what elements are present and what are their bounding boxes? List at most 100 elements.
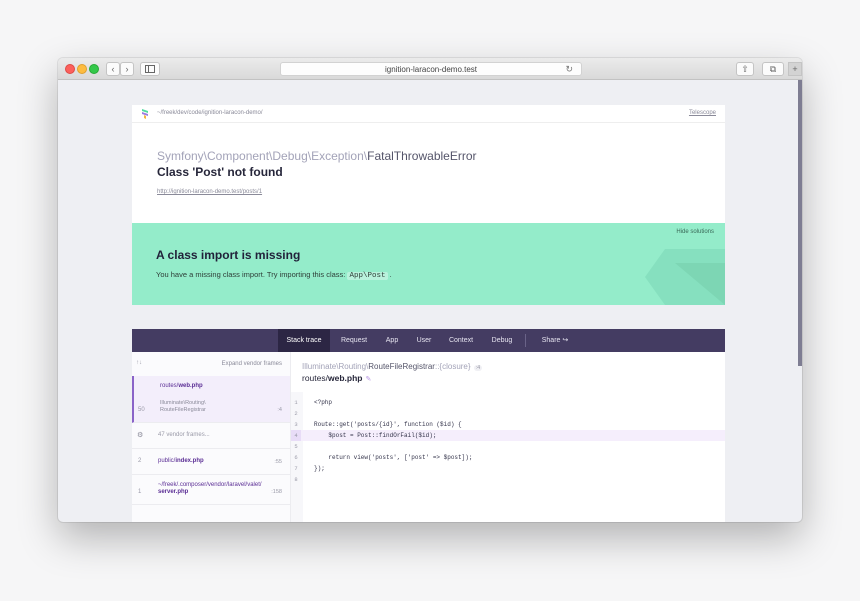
close-window-button[interactable] bbox=[65, 64, 75, 74]
frame-method-class: RouteFileRegistrar bbox=[368, 362, 435, 371]
frame-file: public/index.php bbox=[158, 458, 204, 464]
app-path-bar: ~/freek/dev/code/ignition-laracon-demo/ … bbox=[132, 105, 725, 123]
tab-separator bbox=[525, 334, 526, 347]
request-url-link[interactable]: http://ignition-laracon-demo.test/posts/… bbox=[157, 189, 262, 195]
stack-frame-active[interactable]: routes/web.php Illuminate\Routing\ Route… bbox=[132, 376, 290, 423]
exception-header-card: ~/freek/dev/code/ignition-laracon-demo/ … bbox=[132, 105, 725, 223]
tab-app[interactable]: App bbox=[378, 329, 406, 352]
line-code: }); bbox=[314, 465, 325, 472]
tabs-icon: ⧉ bbox=[769, 64, 777, 74]
tab-context[interactable]: Context bbox=[442, 329, 480, 352]
code-line: 1 <?php bbox=[291, 397, 725, 408]
address-bar-url: ignition-laracon-demo.test bbox=[384, 65, 478, 74]
frame-line: :55 bbox=[274, 459, 282, 465]
sort-arrows-icon[interactable]: ↑↓ bbox=[136, 360, 142, 366]
frame-method-name: ::{closure} bbox=[434, 362, 471, 371]
frame-number: 1 bbox=[138, 489, 142, 495]
code-file-path: routes/web.php ✎ bbox=[302, 373, 371, 383]
frame-file-name: web.php bbox=[178, 383, 203, 389]
app-path: ~/freek/dev/code/ignition-laracon-demo/ bbox=[157, 110, 263, 116]
back-button[interactable]: ‹ bbox=[106, 62, 120, 76]
plus-icon: + bbox=[792, 64, 798, 74]
line-code: Route::get('posts/{id}', function ($id) … bbox=[314, 421, 462, 428]
solution-text-end: . bbox=[389, 270, 392, 279]
expand-vendor-frames-button[interactable]: Expand vendor frames bbox=[222, 361, 282, 367]
hide-solutions-button[interactable]: Hide solutions bbox=[676, 229, 714, 235]
ignition-logo-icon bbox=[142, 109, 148, 119]
line-number: 5 bbox=[294, 443, 298, 450]
code-line: 6 return view('posts', ['post' => $post]… bbox=[291, 452, 725, 463]
frame-number: 2 bbox=[138, 458, 142, 464]
zoom-window-button[interactable] bbox=[89, 64, 99, 74]
forward-button[interactable]: › bbox=[120, 62, 134, 76]
sidebar-icon bbox=[145, 65, 155, 73]
minimize-window-button[interactable] bbox=[77, 64, 87, 74]
frame-file-dir: ~/freek/.composer/vendor/laravel/valet/ bbox=[158, 482, 262, 488]
share-arrow-icon: ↪ bbox=[562, 337, 569, 344]
line-code: <?php bbox=[314, 399, 333, 406]
new-tab-button[interactable]: + bbox=[788, 62, 802, 76]
edit-pencil-icon[interactable]: ✎ bbox=[365, 376, 371, 383]
frame-line: :4 bbox=[277, 407, 282, 413]
stack-frame[interactable]: 2 public/index.php :55 bbox=[132, 449, 290, 475]
frame-file-dir: public/ bbox=[158, 458, 176, 464]
tab-user[interactable]: User bbox=[410, 329, 438, 352]
share-icon: ⇧ bbox=[741, 64, 749, 74]
tab-debug[interactable]: Debug bbox=[484, 329, 520, 352]
code-line: 2 bbox=[291, 408, 725, 419]
telescope-link[interactable]: Telescope bbox=[689, 110, 716, 116]
line-number: 7 bbox=[294, 465, 298, 472]
gear-icon: ⚙ bbox=[137, 432, 144, 439]
exception-message: Class 'Post' not found bbox=[157, 165, 283, 179]
frame-number: 50 bbox=[138, 407, 145, 413]
frame-file: routes/web.php bbox=[160, 383, 203, 389]
code-line-highlighted: 4 $post = Post::findOrFail($id); bbox=[291, 430, 725, 441]
code-line: 3 Route::get('posts/{id}', function ($id)… bbox=[291, 419, 725, 430]
line-code: $post = Post::findOrFail($id); bbox=[314, 432, 437, 439]
code-line: 7}); bbox=[291, 463, 725, 474]
frame-file: ~/freek/.composer/vendor/laravel/valet/s… bbox=[158, 482, 278, 496]
address-bar[interactable]: ignition-laracon-demo.test ↻ bbox=[280, 62, 582, 76]
line-number: 1 bbox=[294, 399, 298, 406]
page-scrollbar[interactable] bbox=[798, 80, 802, 366]
chevron-left-icon: ‹ bbox=[111, 64, 115, 74]
code-viewer: Illuminate\Routing\RouteFileRegistrar::{… bbox=[291, 352, 725, 522]
tab-request[interactable]: Request bbox=[334, 329, 374, 352]
exception-namespace: Symfony\Component\Debug\Exception\ bbox=[157, 149, 368, 163]
frame-list: ↑↓ Expand vendor frames routes/web.php I… bbox=[132, 352, 291, 522]
vendor-frames-label: 47 vendor frames... bbox=[158, 432, 210, 438]
line-number: 6 bbox=[294, 454, 298, 461]
suggested-class: App\Post bbox=[347, 272, 388, 280]
frame-file-name: index.php bbox=[175, 458, 204, 464]
show-tabs-button[interactable]: ⧉ bbox=[762, 62, 784, 76]
frame-file-name: server.php bbox=[158, 489, 189, 495]
code-file-dir: routes/ bbox=[302, 373, 328, 383]
share-label: Share bbox=[541, 337, 561, 344]
tab-share[interactable]: Share ↪ bbox=[532, 329, 578, 352]
browser-window: ‹ › ignition-laracon-demo.test ↻ ⇧ ⧉ + ~… bbox=[58, 58, 802, 522]
frame-list-header: ↑↓ Expand vendor frames bbox=[132, 352, 290, 376]
solution-panel: Hide solutions A class import is missing… bbox=[132, 223, 725, 305]
frame-class-ns: Illuminate\Routing\ bbox=[160, 400, 206, 406]
chevron-right-icon: › bbox=[125, 64, 129, 74]
frame-method: Illuminate\Routing\RouteFileRegistrar::{… bbox=[302, 362, 483, 371]
frame-class: RouteFileRegistrar bbox=[160, 407, 206, 413]
frame-method-namespace: Illuminate\Routing\ bbox=[302, 362, 369, 371]
reload-icon[interactable]: ↻ bbox=[565, 63, 573, 76]
vendor-frames-collapsed[interactable]: ⚙ 47 vendor frames... bbox=[132, 423, 290, 449]
share-browser-button[interactable]: ⇧ bbox=[736, 62, 754, 76]
exception-class: Symfony\Component\Debug\Exception\FatalT… bbox=[157, 149, 477, 163]
stack-frame[interactable]: 1 ~/freek/.composer/vendor/laravel/valet… bbox=[132, 475, 290, 505]
tab-stack-trace[interactable]: Stack trace bbox=[278, 329, 330, 352]
code-line: 8 bbox=[291, 474, 725, 485]
browser-titlebar: ‹ › ignition-laracon-demo.test ↻ ⇧ ⧉ + bbox=[58, 58, 802, 80]
frame-line: :158 bbox=[271, 489, 282, 495]
code-file-name: web.php bbox=[328, 373, 363, 383]
line-number: 8 bbox=[294, 476, 298, 483]
line-number: 2 bbox=[294, 410, 298, 417]
code-line: 5 bbox=[291, 441, 725, 452]
exception-short-name: FatalThrowableError bbox=[367, 149, 477, 163]
frame-method-line: :4 bbox=[473, 365, 483, 371]
line-number: 3 bbox=[294, 421, 298, 428]
sidebar-toggle-button[interactable] bbox=[140, 62, 160, 76]
